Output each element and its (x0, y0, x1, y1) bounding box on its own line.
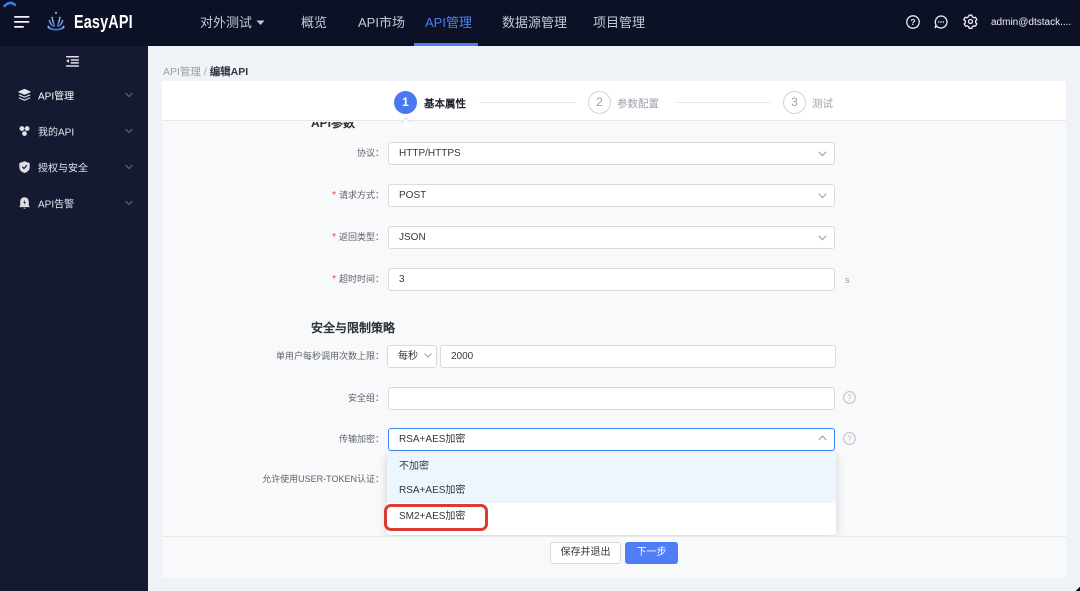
svg-text:?: ? (847, 393, 852, 402)
svg-text:?: ? (847, 434, 852, 443)
svg-text:?: ? (910, 17, 915, 27)
